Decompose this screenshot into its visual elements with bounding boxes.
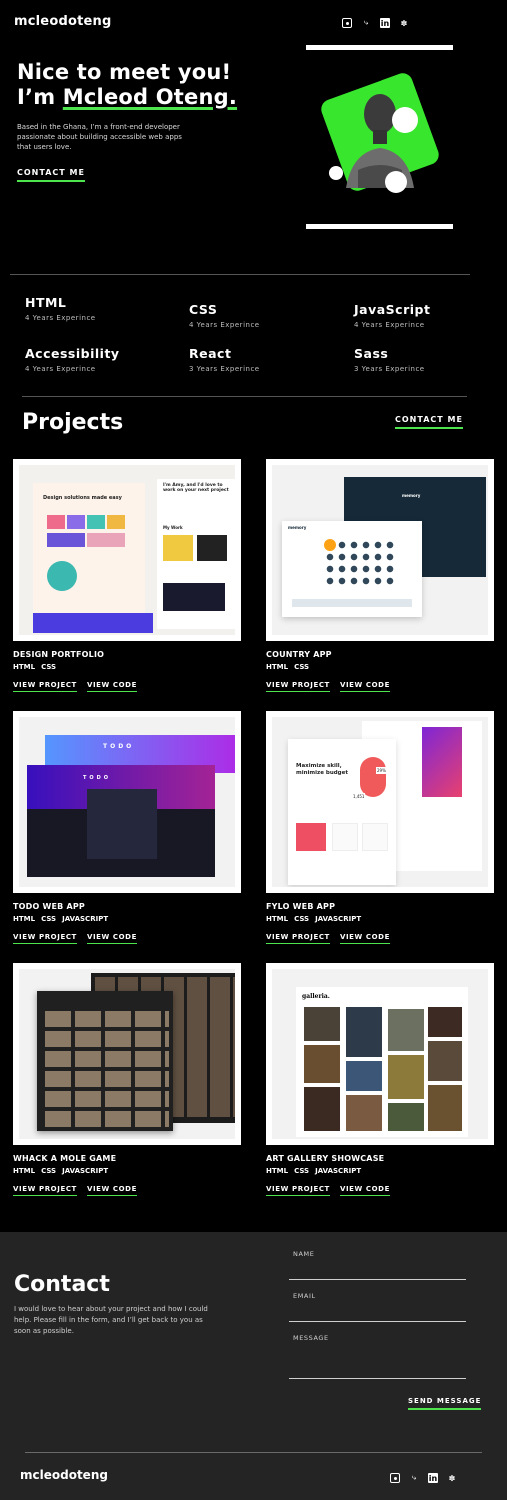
- project-tags: HTML CSS JAVASCRIPT: [13, 1167, 109, 1175]
- twitter-icon[interactable]: ✽: [399, 18, 409, 28]
- project-thumbnail-art-gallery-showcase[interactable]: galleria.: [266, 963, 494, 1145]
- header-social-links: ⤷ in ✽: [342, 18, 409, 28]
- twitter-icon[interactable]: ✽: [447, 1473, 457, 1483]
- project-card-todo-web-app: TODO WEB APP HTML CSS JAVASCRIPT VIEW PROJ…: [13, 902, 137, 944]
- skill-css: CSS 4 Years Experince: [189, 302, 260, 329]
- view-code-link[interactable]: VIEW CODE: [339, 681, 390, 692]
- hero-line-1: Nice to meet you!: [17, 60, 232, 84]
- contact-title: Contact: [14, 1272, 110, 1297]
- profile-photo: [321, 73, 439, 193]
- github-icon[interactable]: [390, 1473, 400, 1483]
- projects-contact-button[interactable]: CONTACT ME: [395, 415, 463, 429]
- linkedin-icon[interactable]: in: [380, 18, 390, 28]
- email-input[interactable]: [289, 1321, 466, 1322]
- project-thumbnail-fylo-web-app[interactable]: Maximize skill, minimize budget 29% 1,45…: [266, 711, 494, 893]
- skill-html: HTML 4 Years Experince: [25, 295, 96, 322]
- site-logo[interactable]: mcleodoteng: [14, 14, 112, 29]
- footer-divider: [25, 1452, 482, 1453]
- project-card-whack-a-mole-game: WHACK A MOLE GAME HTML CSS JAVASCRIPT VIEW…: [13, 1154, 137, 1196]
- view-project-link[interactable]: VIEW PROJECT: [266, 681, 330, 692]
- project-thumbnail-todo-web-app[interactable]: TODO TODO: [13, 711, 241, 893]
- frontend-mentor-icon[interactable]: ⤷: [409, 1473, 419, 1483]
- project-title: WHACK A MOLE GAME: [13, 1154, 117, 1163]
- message-label: MESSAGE: [293, 1334, 329, 1342]
- view-project-link[interactable]: VIEW PROJECT: [13, 933, 77, 944]
- view-code-link[interactable]: VIEW CODE: [339, 933, 390, 944]
- name-input[interactable]: [289, 1279, 466, 1280]
- hero-bottom-bar: [306, 224, 453, 229]
- view-code-link[interactable]: VIEW CODE: [86, 1185, 137, 1196]
- skills-divider: [22, 396, 467, 397]
- view-code-link[interactable]: VIEW CODE: [86, 681, 137, 692]
- project-thumbnail-whack-a-mole-game[interactable]: [13, 963, 241, 1145]
- hero-contact-button[interactable]: CONTACT ME: [17, 168, 85, 182]
- view-project-link[interactable]: VIEW PROJECT: [266, 1185, 330, 1196]
- hero-heading: Nice to meet you! I’m Mcleod Oteng.: [17, 60, 237, 110]
- view-code-link[interactable]: VIEW CODE: [339, 1185, 390, 1196]
- frontend-mentor-icon[interactable]: ⤷: [361, 18, 371, 28]
- project-card-country-app: COUNTRY APP HTML CSS VIEW PROJECT VIEW CO…: [266, 650, 390, 692]
- project-title: DESIGN PORTFOLIO: [13, 650, 105, 659]
- project-card-design-portfolio: DESIGN PORTFOLIO HTML CSS VIEW PROJECT VI…: [13, 650, 137, 692]
- send-message-button[interactable]: SEND MESSAGE: [408, 1397, 482, 1410]
- footer-logo[interactable]: mcleodoteng: [20, 1468, 108, 1482]
- projects-title: Projects: [22, 410, 124, 435]
- hero-divider: [10, 274, 470, 275]
- hero-name: Mcleod Oteng.: [62, 85, 238, 109]
- project-title: ART GALLERY SHOWCASE: [266, 1154, 385, 1163]
- project-thumbnail-design-portfolio[interactable]: Design solutions made easy I'm Amy, and …: [13, 459, 241, 641]
- email-label: EMAIL: [293, 1292, 316, 1300]
- skill-react: React 3 Years Experince: [189, 346, 260, 373]
- view-project-link[interactable]: VIEW PROJECT: [266, 933, 330, 944]
- project-card-art-gallery-showcase: ART GALLERY SHOWCASE HTML CSS JAVASCRIPT V…: [266, 1154, 390, 1196]
- skill-sass: Sass 3 Years Experince: [354, 346, 425, 373]
- contact-section: Contact I would love to hear about your …: [0, 1232, 507, 1500]
- project-tags: HTML CSS: [266, 663, 310, 671]
- name-label: NAME: [293, 1250, 315, 1258]
- project-card-fylo-web-app: FYLO WEB APP HTML CSS JAVASCRIPT VIEW PROJ…: [266, 902, 390, 944]
- view-project-link[interactable]: VIEW PROJECT: [13, 681, 77, 692]
- footer-social-links: ⤷ in ✽: [390, 1473, 457, 1483]
- skill-accessibility: Accessibility 4 Years Experince: [25, 346, 120, 373]
- hero-line-2: I’m Mcleod Oteng.: [17, 85, 238, 109]
- project-tags: HTML CSS: [13, 663, 57, 671]
- contact-description: I would love to hear about your project …: [14, 1305, 208, 1335]
- hero-description: Based in the Ghana, I’m a front-end deve…: [17, 123, 182, 151]
- project-title: FYLO WEB APP: [266, 902, 336, 911]
- skill-javascript: JavaScript 4 Years Experince: [354, 302, 431, 329]
- project-title: TODO WEB APP: [13, 902, 85, 911]
- project-tags: HTML CSS JAVASCRIPT: [266, 915, 362, 923]
- hero-top-bar: [306, 45, 453, 50]
- project-tags: HTML CSS JAVASCRIPT: [13, 915, 109, 923]
- view-code-link[interactable]: VIEW CODE: [86, 933, 137, 944]
- project-thumbnail-country-app[interactable]: memory memory: [266, 459, 494, 641]
- github-icon[interactable]: [342, 18, 352, 28]
- project-title: COUNTRY APP: [266, 650, 332, 659]
- view-project-link[interactable]: VIEW PROJECT: [13, 1185, 77, 1196]
- linkedin-icon[interactable]: in: [428, 1473, 438, 1483]
- message-input[interactable]: [289, 1378, 466, 1379]
- project-tags: HTML CSS JAVASCRIPT: [266, 1167, 362, 1175]
